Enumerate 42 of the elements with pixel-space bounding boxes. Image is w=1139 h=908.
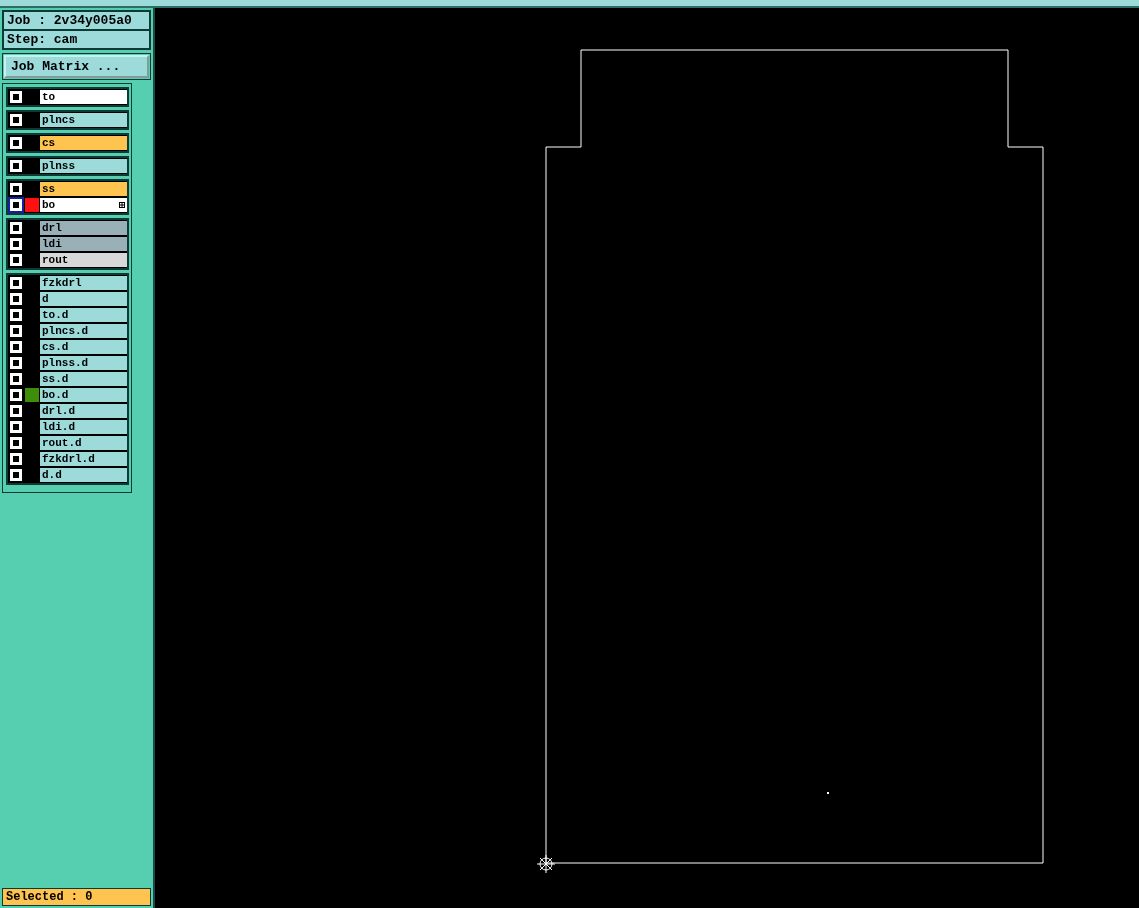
layer-select-cell[interactable] [8,467,24,483]
layer-select-cell[interactable] [8,451,24,467]
layer-select-cell[interactable] [8,403,24,419]
layer-select-cell[interactable] [8,197,24,213]
layer-select-cell[interactable] [8,371,24,387]
layer-name[interactable]: ldi.d [40,420,127,434]
layer-name[interactable]: drl.d [40,404,127,418]
layer-select-cell[interactable] [8,220,24,236]
selected-count: Selected : 0 [2,888,151,906]
step-name: Step: cam [3,30,150,49]
job-name: Job : 2v34y005a0 [3,11,150,30]
layer-select-cell[interactable] [8,181,24,197]
point-mark [827,792,829,794]
layer-select-cell[interactable] [8,275,24,291]
layer-name[interactable]: to.d [40,308,127,322]
layer-name[interactable]: ss.d [40,372,127,386]
layer-name[interactable]: plncs.d [40,324,127,338]
layer-name[interactable]: fzkdrl [40,276,127,290]
layer-name[interactable]: d [40,292,127,306]
layer-name[interactable]: bo [40,198,127,212]
layer-select-cell[interactable] [8,355,24,371]
layer-name[interactable]: ss [40,182,127,196]
datum-icon [536,854,556,874]
layer-name[interactable]: plnss.d [40,356,127,370]
layer-select-cell[interactable] [8,291,24,307]
layer-name[interactable]: rout.d [40,436,127,450]
layer-select-cell[interactable] [8,435,24,451]
layer-name[interactable]: bo.d [40,388,127,402]
layer-select-cell[interactable] [8,323,24,339]
layer-name[interactable]: rout [40,253,127,267]
layer-select-cell[interactable] [8,387,24,403]
layer-name[interactable]: fzkdrl.d [40,452,127,466]
layer-select-cell[interactable] [8,307,24,323]
layer-select-cell[interactable] [8,236,24,252]
layer-name[interactable]: cs.d [40,340,127,354]
layer-select-cell[interactable] [8,339,24,355]
layer-select-cell[interactable] [8,252,24,268]
layer-select-cell[interactable] [8,419,24,435]
job-matrix-button[interactable]: Job Matrix ... [4,55,149,78]
layer-name[interactable]: drl [40,221,127,235]
layer-name[interactable]: d.d [40,468,127,482]
layer-name[interactable]: ldi [40,237,127,251]
